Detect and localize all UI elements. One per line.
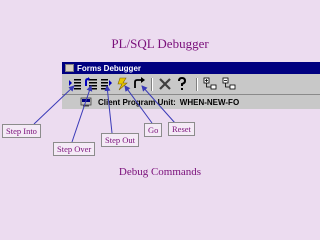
- step-over-button[interactable]: [84, 77, 98, 91]
- step-into-button[interactable]: [68, 77, 82, 91]
- expand-button[interactable]: [203, 77, 217, 91]
- step-out-label: Step Out: [101, 133, 139, 147]
- help-icon: [178, 77, 187, 90]
- step-over-icon: [85, 77, 97, 90]
- program-unit-bar: Client Program Unit: WHEN-NEW-FO: [62, 95, 320, 109]
- step-into-icon: [69, 79, 81, 90]
- step-out-button[interactable]: [100, 77, 114, 91]
- program-unit-icon: [80, 97, 92, 107]
- forms-debugger-window: Forms Debugger Client Program Unit: WHEN…: [62, 62, 320, 109]
- reset-label: Reset: [168, 122, 195, 136]
- step-over-label: Step Over: [53, 142, 96, 156]
- slide-title: PL/SQL Debugger: [111, 36, 209, 51]
- stop-button[interactable]: [158, 77, 172, 91]
- go-label: Go: [144, 123, 163, 137]
- help-button[interactable]: [175, 77, 189, 91]
- reset-button[interactable]: [132, 77, 146, 91]
- reset-icon: [134, 77, 145, 88]
- collapse-button[interactable]: [222, 77, 236, 91]
- stop-icon: [159, 78, 171, 90]
- go-button[interactable]: [116, 77, 130, 91]
- expand-icon: [203, 77, 217, 90]
- window-title: Forms Debugger: [77, 63, 142, 73]
- step-out-icon: [101, 79, 112, 90]
- app-icon: [65, 64, 74, 72]
- slide-caption: Debug Commands: [118, 166, 202, 178]
- toolbar-separator: [196, 78, 197, 91]
- collapse-icon: [222, 77, 236, 90]
- step-into-label: Step Into: [2, 124, 41, 138]
- toolbar-separator: [151, 78, 152, 91]
- client-program-unit-label: Client Program Unit:: [98, 97, 176, 107]
- debug-toolbar: [62, 75, 320, 95]
- go-icon: [117, 77, 128, 91]
- client-program-unit-value: WHEN-NEW-FO: [179, 97, 240, 107]
- window-titlebar: Forms Debugger: [62, 62, 320, 74]
